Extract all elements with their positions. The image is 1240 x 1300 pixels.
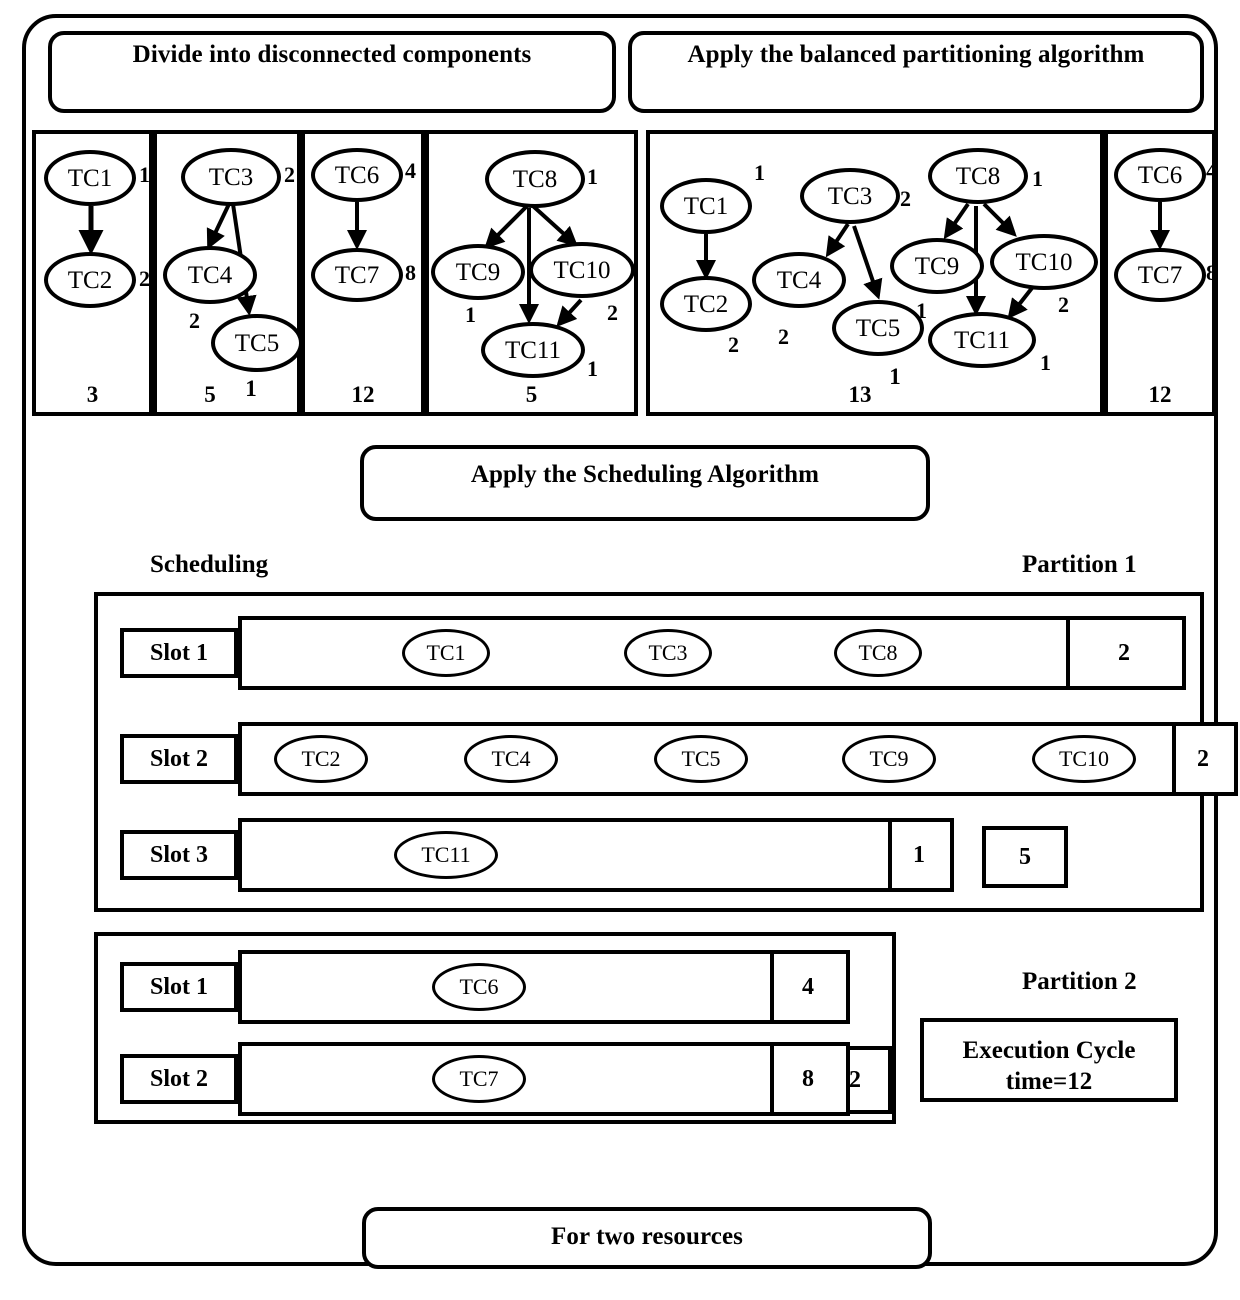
slot-p1-s3-cost: 1 <box>913 841 925 868</box>
task-cell-TC4[interactable]: TC4 <box>464 735 558 783</box>
node-TC3-weight: 2 <box>284 162 295 187</box>
node-TC2-weight: 2 <box>139 266 150 291</box>
node-TC1: TC1 <box>660 178 752 234</box>
node-TC5: TC5 <box>211 314 303 372</box>
component-box-2: TC3 2 TC4 2 TC5 5 1 <box>153 130 303 416</box>
component-box-3: TC6 4 TC7 8 12 <box>301 130 425 416</box>
node-TC7: TC7 <box>1114 248 1206 302</box>
node-TC5: TC5 <box>832 300 924 356</box>
node-TC10-weight: 2 <box>1058 292 1069 317</box>
execution-cycle-box: Execution Cycle time=12 <box>920 1018 1178 1102</box>
node-TC2-weight: 2 <box>728 332 739 357</box>
component-box-1: TC1 1 TC2 2 3 <box>32 130 153 416</box>
node-TC4-weight: 2 <box>189 308 200 333</box>
slot-bar-p2-s1[interactable]: 4 TC6 <box>238 950 850 1024</box>
header-divide-into-components: Divide into disconnected components <box>48 31 616 113</box>
node-TC9: TC9 <box>890 238 984 294</box>
balanced-partition-box-1: TC1 1 TC2 2 TC3 2 TC4 2 TC5 1 TC8 1 TC9 … <box>646 130 1104 416</box>
node-TC9-weight: 1 <box>465 302 476 327</box>
slot-p2-s1-cost: 4 <box>802 973 814 1000</box>
slot-bar-p1-s2[interactable]: 2 TC2 TC4 TC5 TC9 TC10 <box>238 722 1238 796</box>
task-cell-TC2[interactable]: TC2 <box>274 735 368 783</box>
slot-label-p2-s2[interactable]: Slot 2 <box>120 1054 238 1104</box>
node-TC11: TC11 <box>928 312 1036 368</box>
node-TC10: TC10 <box>529 242 635 298</box>
header-divide-label: Divide into disconnected components <box>132 41 532 68</box>
balanced-partition-1-extra: 1 <box>889 364 901 389</box>
node-TC6: TC6 <box>1114 148 1206 202</box>
node-TC4-weight: 2 <box>778 324 789 349</box>
node-TC5-weight: 1 <box>916 298 927 323</box>
slot-label-p1-s2[interactable]: Slot 2 <box>120 734 238 784</box>
task-cell-TC7[interactable]: TC7 <box>432 1055 526 1103</box>
task-cell-TC10[interactable]: TC10 <box>1032 735 1136 783</box>
header-balanced-partitioning: Apply the balanced partitioning algorith… <box>628 31 1204 113</box>
node-TC8-weight: 1 <box>1032 166 1043 191</box>
task-cell-TC9[interactable]: TC9 <box>842 735 936 783</box>
slot-bar-p1-s3[interactable]: 1 TC11 <box>238 818 954 892</box>
slot-p1-s2-cost: 2 <box>1197 745 1209 772</box>
slot-bar-p1-s1[interactable]: 2 TC1 TC3 TC8 <box>238 616 1186 690</box>
node-TC6: TC6 <box>311 148 403 202</box>
slot-p2-s2-cost: 8 <box>802 1065 814 1092</box>
node-TC1: TC1 <box>44 150 136 206</box>
slot-label-p1-s3[interactable]: Slot 3 <box>120 830 238 880</box>
node-TC8: TC8 <box>928 148 1028 204</box>
task-cell-TC8[interactable]: TC8 <box>834 629 922 677</box>
node-TC10: TC10 <box>990 234 1098 290</box>
component-4-total: 5 <box>525 382 538 407</box>
node-TC1-weight: 1 <box>139 162 150 187</box>
slot-p1-s1-cost: 2 <box>1118 639 1130 666</box>
node-TC3-weight: 2 <box>900 186 911 211</box>
node-TC2: TC2 <box>44 252 136 308</box>
component-2-extra: 1 <box>245 376 257 401</box>
balanced-partition-2-total: 12 <box>1148 382 1172 407</box>
node-TC4: TC4 <box>163 246 257 304</box>
node-TC3: TC3 <box>800 168 900 224</box>
slot-label-p1-s1[interactable]: Slot 1 <box>120 628 238 678</box>
header-balanced-label: Apply the balanced partitioning algorith… <box>687 41 1145 68</box>
node-TC8: TC8 <box>485 150 585 208</box>
node-TC6-weight: 4 <box>1206 158 1217 183</box>
execution-cycle-line1: Execution Cycle <box>962 1037 1136 1064</box>
partition-1-total-box: 5 <box>982 826 1068 888</box>
node-TC7-weight: 8 <box>405 260 416 285</box>
header-scheduling-algorithm: Apply the Scheduling Algorithm <box>360 445 930 521</box>
partition-2-label: Partition 2 <box>1022 968 1137 995</box>
partition-2-schedule-box: Slot 1 4 TC6 Slot 2 8 TC7 12 <box>94 932 896 1124</box>
task-cell-TC1[interactable]: TC1 <box>402 629 490 677</box>
node-TC1-weight: 1 <box>754 160 765 185</box>
component-box-4: TC8 1 TC9 1 TC10 2 TC11 1 5 <box>425 130 638 416</box>
node-TC8-weight: 1 <box>587 164 598 189</box>
node-TC6-weight: 4 <box>405 158 416 183</box>
node-TC11: TC11 <box>481 322 585 378</box>
footer-resources-label: For two resources <box>551 1223 743 1250</box>
component-3-total: 12 <box>351 382 375 407</box>
partition-1-label: Partition 1 <box>1022 551 1137 578</box>
header-scheduling-label: Apply the Scheduling Algorithm <box>470 461 820 488</box>
execution-cycle-line2: time=12 <box>1005 1068 1093 1096</box>
task-cell-TC3[interactable]: TC3 <box>624 629 712 677</box>
task-cell-TC11[interactable]: TC11 <box>394 831 498 879</box>
node-TC7: TC7 <box>311 248 403 302</box>
node-TC7-weight: 8 <box>1206 260 1217 285</box>
partition-1-schedule-box: Slot 1 2 TC1 TC3 TC8 Slot 2 2 TC2 TC4 TC… <box>94 592 1238 912</box>
slot-label-p2-s1[interactable]: Slot 1 <box>120 962 238 1012</box>
node-TC9: TC9 <box>431 244 525 300</box>
scheduling-label: Scheduling <box>150 551 269 578</box>
node-TC2: TC2 <box>660 276 752 332</box>
node-TC11-weight: 1 <box>587 356 598 381</box>
node-TC10-weight: 2 <box>607 300 618 325</box>
task-cell-TC6[interactable]: TC6 <box>432 963 526 1011</box>
slot-bar-p2-s2[interactable]: 8 TC7 <box>238 1042 850 1116</box>
diagram-outer-frame: Divide into disconnected components Appl… <box>22 14 1238 1269</box>
task-cell-TC5[interactable]: TC5 <box>654 735 748 783</box>
node-TC3: TC3 <box>181 148 281 206</box>
balanced-partition-box-2: TC6 4 TC7 8 12 <box>1104 130 1217 416</box>
footer-for-two-resources: For two resources <box>362 1207 932 1269</box>
node-TC4: TC4 <box>752 252 846 308</box>
